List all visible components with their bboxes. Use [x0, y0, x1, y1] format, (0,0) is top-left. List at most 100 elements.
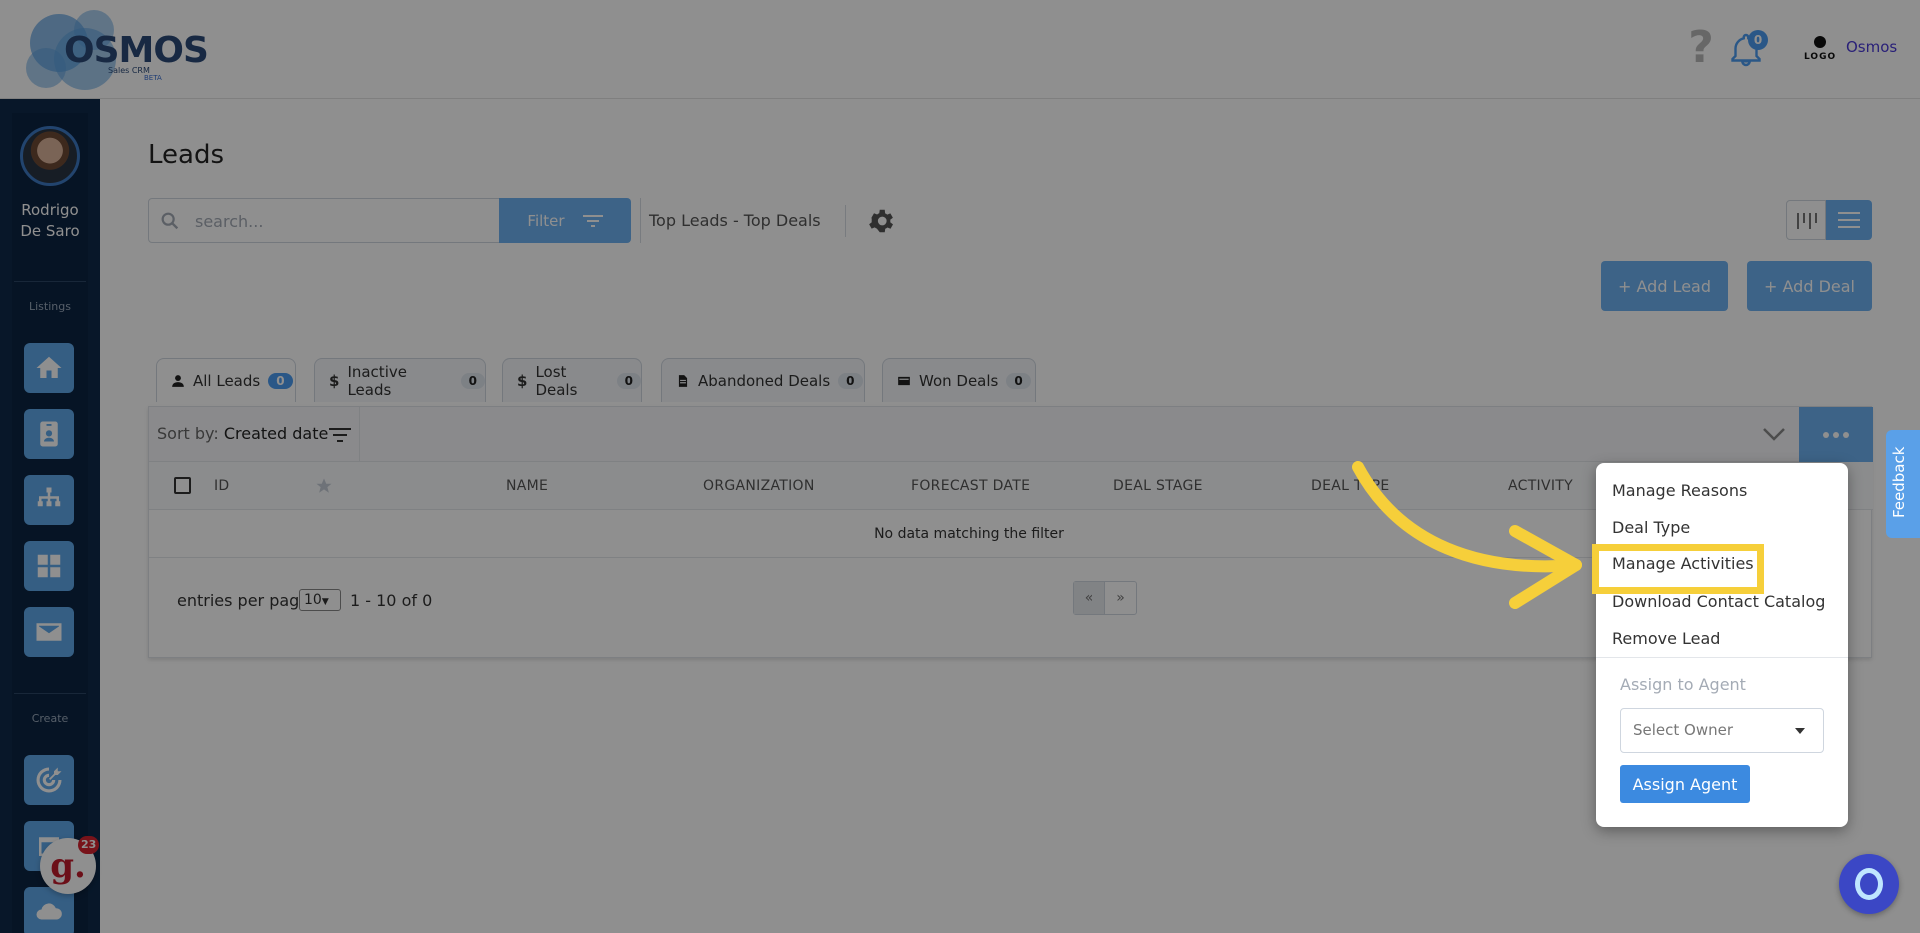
osmos-logo[interactable]: OSMOS Sales CRM BETA [24, 8, 209, 92]
column-header-name[interactable]: NAME [506, 478, 548, 494]
feedback-label: Feedback [1890, 446, 1908, 518]
pagination-range: 1 - 10 of 0 [350, 591, 433, 610]
entries-per-page-select[interactable]: 10▼ [299, 589, 341, 611]
sort-icon[interactable] [329, 425, 351, 445]
logo-text: OSMOS [64, 30, 209, 71]
tab-won-deals[interactable]: Won Deals 0 [882, 358, 1036, 402]
search-box[interactable] [148, 198, 500, 243]
star-icon[interactable] [315, 477, 333, 495]
feedback-tab[interactable]: Feedback [1886, 430, 1920, 538]
toolbar-divider [845, 205, 846, 237]
dollar-icon: $ [517, 371, 528, 390]
sidebar-section-listings: Listings [29, 300, 71, 313]
kanban-view-button[interactable] [1786, 200, 1826, 240]
user-last-name: De Saro [20, 222, 80, 240]
assign-agent-section-label: Assign to Agent [1620, 675, 1746, 694]
card-icon [898, 376, 910, 385]
tab-count: 0 [1006, 372, 1031, 389]
tab-label: Won Deals [919, 371, 999, 390]
tab-count: 0 [268, 372, 293, 389]
company-logo-text: LOGO [1804, 52, 1837, 62]
menu-divider [1596, 657, 1848, 658]
sidebar-section-create: Create [31, 712, 69, 725]
list-icon [1838, 212, 1860, 228]
filter-button[interactable]: Filter [499, 198, 631, 243]
search-input[interactable] [195, 207, 485, 235]
menu-item-manage-activities[interactable]: Manage Activities [1612, 554, 1754, 573]
sidebar-divider [14, 281, 86, 282]
list-view-button[interactable] [1826, 200, 1872, 240]
entries-per-page-label: entries per page [177, 591, 310, 610]
tab-label: All Leads [193, 371, 261, 390]
sidebar-item-dashboard[interactable] [24, 541, 74, 591]
menu-item-download-contact-catalog[interactable]: Download Contact Catalog [1612, 592, 1825, 611]
sidebar-divider [14, 693, 86, 694]
previous-page-button[interactable]: « [1074, 582, 1106, 614]
help-icon[interactable]: ? [1686, 26, 1716, 70]
user-icon [172, 374, 184, 387]
menu-item-remove-lead[interactable]: Remove Lead [1612, 629, 1720, 648]
more-actions-button[interactable] [1799, 407, 1873, 462]
user-menu-name[interactable]: Osmos [1846, 38, 1897, 56]
sort-control[interactable]: Sort by: Created date [157, 424, 328, 443]
column-header-forecast-date[interactable]: FORECAST DATE [911, 478, 1030, 494]
caret-down-icon [1795, 728, 1805, 734]
tab-lost-deals[interactable]: $ Lost Deals 0 [502, 358, 642, 402]
sidebar-item-organization[interactable] [24, 475, 74, 525]
column-header-id[interactable]: ID [214, 478, 230, 494]
sidebar-item-mail[interactable] [24, 607, 74, 657]
target-icon [36, 767, 62, 793]
osmos-o-icon [1855, 868, 1883, 900]
tab-count: 0 [616, 372, 641, 389]
ellipsis-icon [1833, 431, 1839, 438]
tab-label: Lost Deals [535, 362, 578, 399]
document-icon [678, 374, 688, 387]
add-lead-button[interactable]: + Add Lead [1601, 261, 1728, 311]
tab-label: Abandoned Deals [698, 371, 831, 390]
more-actions-dropdown: Manage Reasons Deal Type Download Contac… [1596, 463, 1848, 827]
tab-count: 0 [838, 372, 863, 389]
dollar-icon: $ [329, 371, 340, 390]
pagination: « » [1073, 581, 1137, 615]
column-header-organization[interactable]: ORGANIZATION [703, 478, 815, 494]
sidebar-item-home[interactable] [24, 343, 74, 393]
ellipsis-icon [1843, 431, 1849, 438]
tab-abandoned-deals[interactable]: Abandoned Deals 0 [661, 358, 865, 402]
osmos-assistant-button[interactable] [1839, 854, 1899, 914]
gear-icon[interactable] [866, 206, 896, 236]
search-icon [161, 212, 179, 230]
chevron-down-icon[interactable] [1761, 423, 1787, 445]
ellipsis-icon [1823, 431, 1829, 438]
column-header-deal-stage[interactable]: DEAL STAGE [1113, 478, 1203, 494]
view-toggle [1786, 200, 1872, 240]
tab-all-leads[interactable]: All Leads 0 [156, 358, 296, 402]
owner-select-placeholder: Select Owner [1633, 721, 1734, 739]
avatar[interactable] [20, 126, 80, 186]
filter-icon [582, 214, 603, 227]
page-title: Leads [148, 140, 225, 170]
tab-label: Inactive Leads [347, 362, 407, 399]
sort-value: Created date [223, 424, 329, 443]
chevron-down-icon: ▼ [321, 597, 329, 607]
filter-label: Filter [527, 211, 565, 230]
tab-inactive-leads[interactable]: $ Inactive Leads 0 [314, 358, 486, 402]
top-header: OSMOS Sales CRM BETA ? 0 LOGO Osmos [0, 0, 1920, 99]
grid-icon [37, 554, 61, 578]
menu-item-manage-reasons[interactable]: Manage Reasons [1612, 481, 1747, 500]
next-page-button[interactable]: » [1105, 582, 1136, 614]
owner-select[interactable]: Select Owner [1620, 708, 1824, 753]
sidebar-item-targets[interactable] [24, 755, 74, 805]
company-logo[interactable]: LOGO [1800, 32, 1840, 68]
chat-unread-badge: 23 [78, 836, 100, 854]
sidebar-item-contacts[interactable] [24, 409, 74, 459]
sort-label: Sort by: [157, 424, 219, 443]
top-leads-top-deals-link[interactable]: Top Leads - Top Deals [640, 198, 821, 243]
logo-bubble [26, 48, 66, 88]
add-deal-button[interactable]: + Add Deal [1747, 261, 1872, 311]
entries-value: 10 [304, 592, 322, 608]
assign-agent-button[interactable]: Assign Agent [1620, 765, 1750, 803]
select-all-checkbox[interactable] [174, 477, 191, 494]
envelope-icon [36, 623, 62, 641]
menu-item-deal-type[interactable]: Deal Type [1612, 518, 1690, 537]
kanban-icon [1797, 213, 1817, 229]
